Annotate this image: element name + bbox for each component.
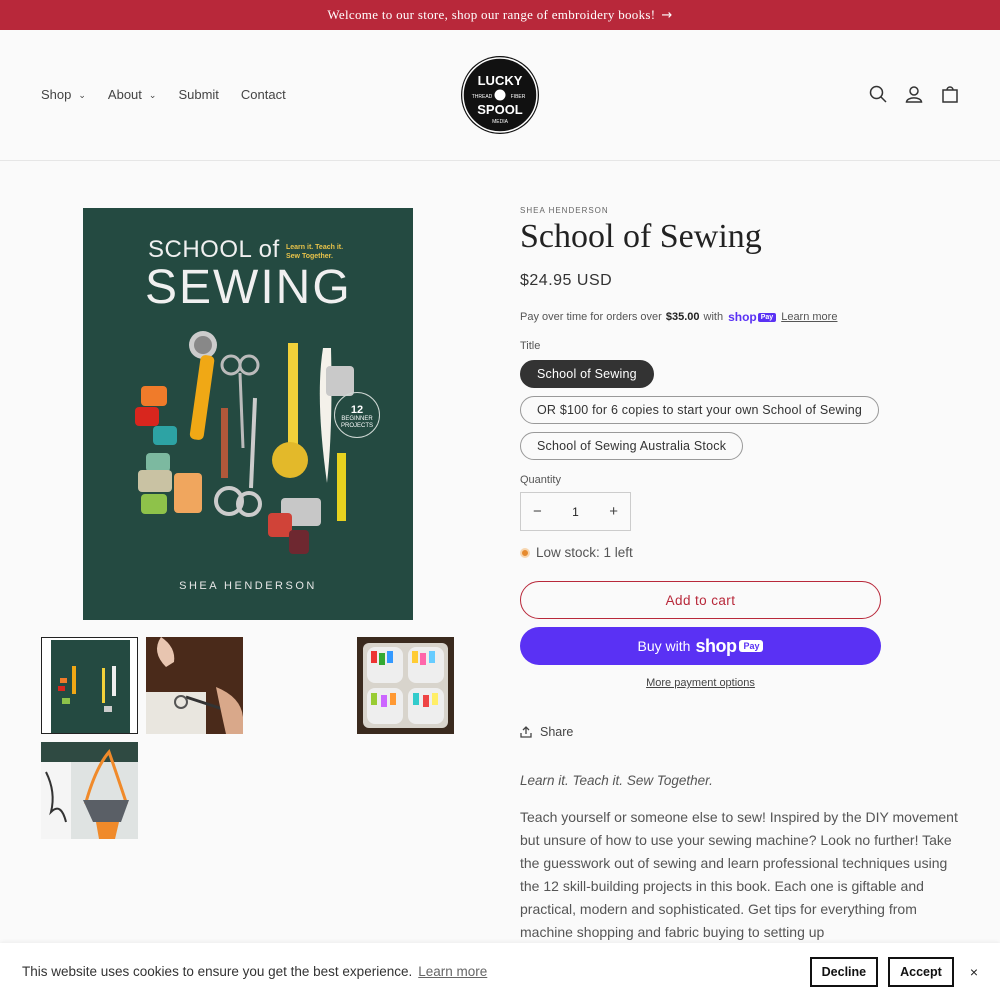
- arrow-right-icon: →: [661, 7, 673, 23]
- buy-pay-badge: Pay: [739, 640, 764, 652]
- nav-item-label: Submit: [178, 87, 219, 102]
- chevron-down-icon: ⌄: [148, 90, 157, 101]
- product-info: SHEA HENDERSON School of Sewing $24.95 U…: [520, 206, 960, 944]
- main-nav: Shop ⌄ About ⌄ Submit Contact: [41, 87, 308, 102]
- stock-text: Low stock: 1 left: [536, 545, 633, 560]
- close-icon[interactable]: ×: [970, 964, 978, 980]
- projects-badge: 12 BEGINNER PROJECTS: [334, 392, 380, 438]
- site-header: Shop ⌄ About ⌄ Submit Contact LUCKY SPOO…: [0, 30, 1000, 161]
- installments-learn-more-link[interactable]: Learn more: [781, 311, 837, 323]
- shop-pay-brand: shop: [728, 310, 757, 324]
- account-icon[interactable]: [904, 84, 924, 104]
- announcement-text: Welcome to our store, shop our range of …: [327, 7, 656, 22]
- thumbnail-cover[interactable]: [41, 637, 138, 734]
- logo-right: FIBER: [511, 94, 526, 100]
- installments-banner: Pay over time for orders over $35.00 wit…: [520, 310, 960, 324]
- cookie-learn-more-link[interactable]: Learn more: [418, 964, 487, 979]
- cookie-message: This website uses cookies to ensure you …: [22, 964, 413, 979]
- cookie-actions: Decline Accept ×: [809, 956, 978, 987]
- product-price: $24.95 USD: [520, 272, 613, 289]
- nav-item-label: About: [107, 87, 142, 102]
- cart-icon[interactable]: [940, 84, 960, 104]
- chevron-down-icon: ⌄: [78, 90, 86, 101]
- badge-text: BEGINNER PROJECTS: [340, 416, 373, 429]
- thumbnail-bag[interactable]: [41, 742, 138, 839]
- shop-pay-logo: shop Pay: [728, 310, 777, 324]
- low-stock-dot-icon: [520, 547, 530, 558]
- site-logo[interactable]: LUCKY SPOOL THREAD FIBER MEDIA: [461, 56, 539, 134]
- search-icon[interactable]: [868, 84, 888, 104]
- more-payment-options-link[interactable]: More payment options: [520, 677, 881, 689]
- installments-with: with: [703, 311, 724, 323]
- installments-prefix: Pay over time for orders over: [520, 311, 662, 323]
- add-to-cart-button[interactable]: Add to cart: [520, 581, 881, 619]
- variant-option-six-copies[interactable]: OR $100 for 6 copies to start your own S…: [520, 396, 880, 424]
- buy-with-shop-pay-button[interactable]: Buy with shop Pay: [520, 627, 881, 665]
- nav-item-contact[interactable]: Contact: [241, 87, 286, 102]
- share-label: Share: [540, 725, 574, 739]
- product-main-image[interactable]: SCHOOL of Learn it. Teach it. Sew Togeth…: [83, 208, 413, 620]
- logo-line2: SPOOL: [477, 102, 523, 117]
- quantity-stepper: − 1 +: [520, 492, 631, 531]
- quantity-decrease-button[interactable]: −: [533, 503, 542, 520]
- variant-option-australia-stock[interactable]: School of Sewing Australia Stock: [520, 432, 744, 460]
- shop-pay-badge: Pay: [757, 312, 777, 322]
- thumbnail-thread-box[interactable]: [357, 637, 454, 734]
- cookie-banner: This website uses cookies to ensure you …: [0, 943, 1000, 1000]
- nav-item-shop[interactable]: Shop ⌄: [41, 87, 86, 102]
- cover-author: SHEA HENDERSON: [179, 580, 317, 592]
- nav-item-about[interactable]: About ⌄: [108, 87, 157, 102]
- logo-left: THREAD: [472, 94, 493, 100]
- buy-with-label: Buy with: [637, 638, 691, 654]
- quantity-increase-button[interactable]: +: [609, 503, 618, 520]
- header-icons: [868, 84, 960, 104]
- logo-bottom: MEDIA: [492, 119, 509, 125]
- variant-options: School of Sewing OR $100 for 6 copies to…: [520, 360, 960, 468]
- announcement-bar[interactable]: Welcome to our store, shop our range of …: [0, 0, 1000, 30]
- product-description: Teach yourself or someone else to sew! I…: [520, 809, 958, 940]
- product-tagline: Learn it. Teach it. Sew Together.: [520, 773, 713, 788]
- share-button[interactable]: Share: [520, 725, 960, 739]
- quantity-input[interactable]: 1: [572, 505, 579, 519]
- nav-item-label: Contact: [240, 87, 286, 102]
- product-vendor: SHEA HENDERSON: [520, 206, 609, 215]
- logo-line1: LUCKY: [478, 73, 523, 88]
- accept-button[interactable]: Accept: [888, 956, 954, 987]
- variant-option-school-of-sewing[interactable]: School of Sewing: [520, 360, 654, 388]
- share-icon: [520, 726, 532, 738]
- quantity-label: Quantity: [520, 474, 561, 486]
- installments-amount: $35.00: [665, 311, 700, 323]
- decline-button[interactable]: Decline: [809, 956, 879, 987]
- stock-status: Low stock: 1 left: [520, 545, 960, 560]
- option-label: Title: [520, 340, 541, 352]
- thumbnail-scissors[interactable]: [146, 637, 243, 734]
- nav-item-label: Shop: [41, 87, 72, 102]
- logo-graphic: LUCKY SPOOL THREAD FIBER MEDIA: [462, 57, 538, 133]
- nav-item-submit[interactable]: Submit: [178, 87, 218, 102]
- badge-number: 12: [350, 404, 364, 416]
- buy-shop-brand: shop: [695, 635, 737, 656]
- product-title: School of Sewing: [520, 218, 762, 255]
